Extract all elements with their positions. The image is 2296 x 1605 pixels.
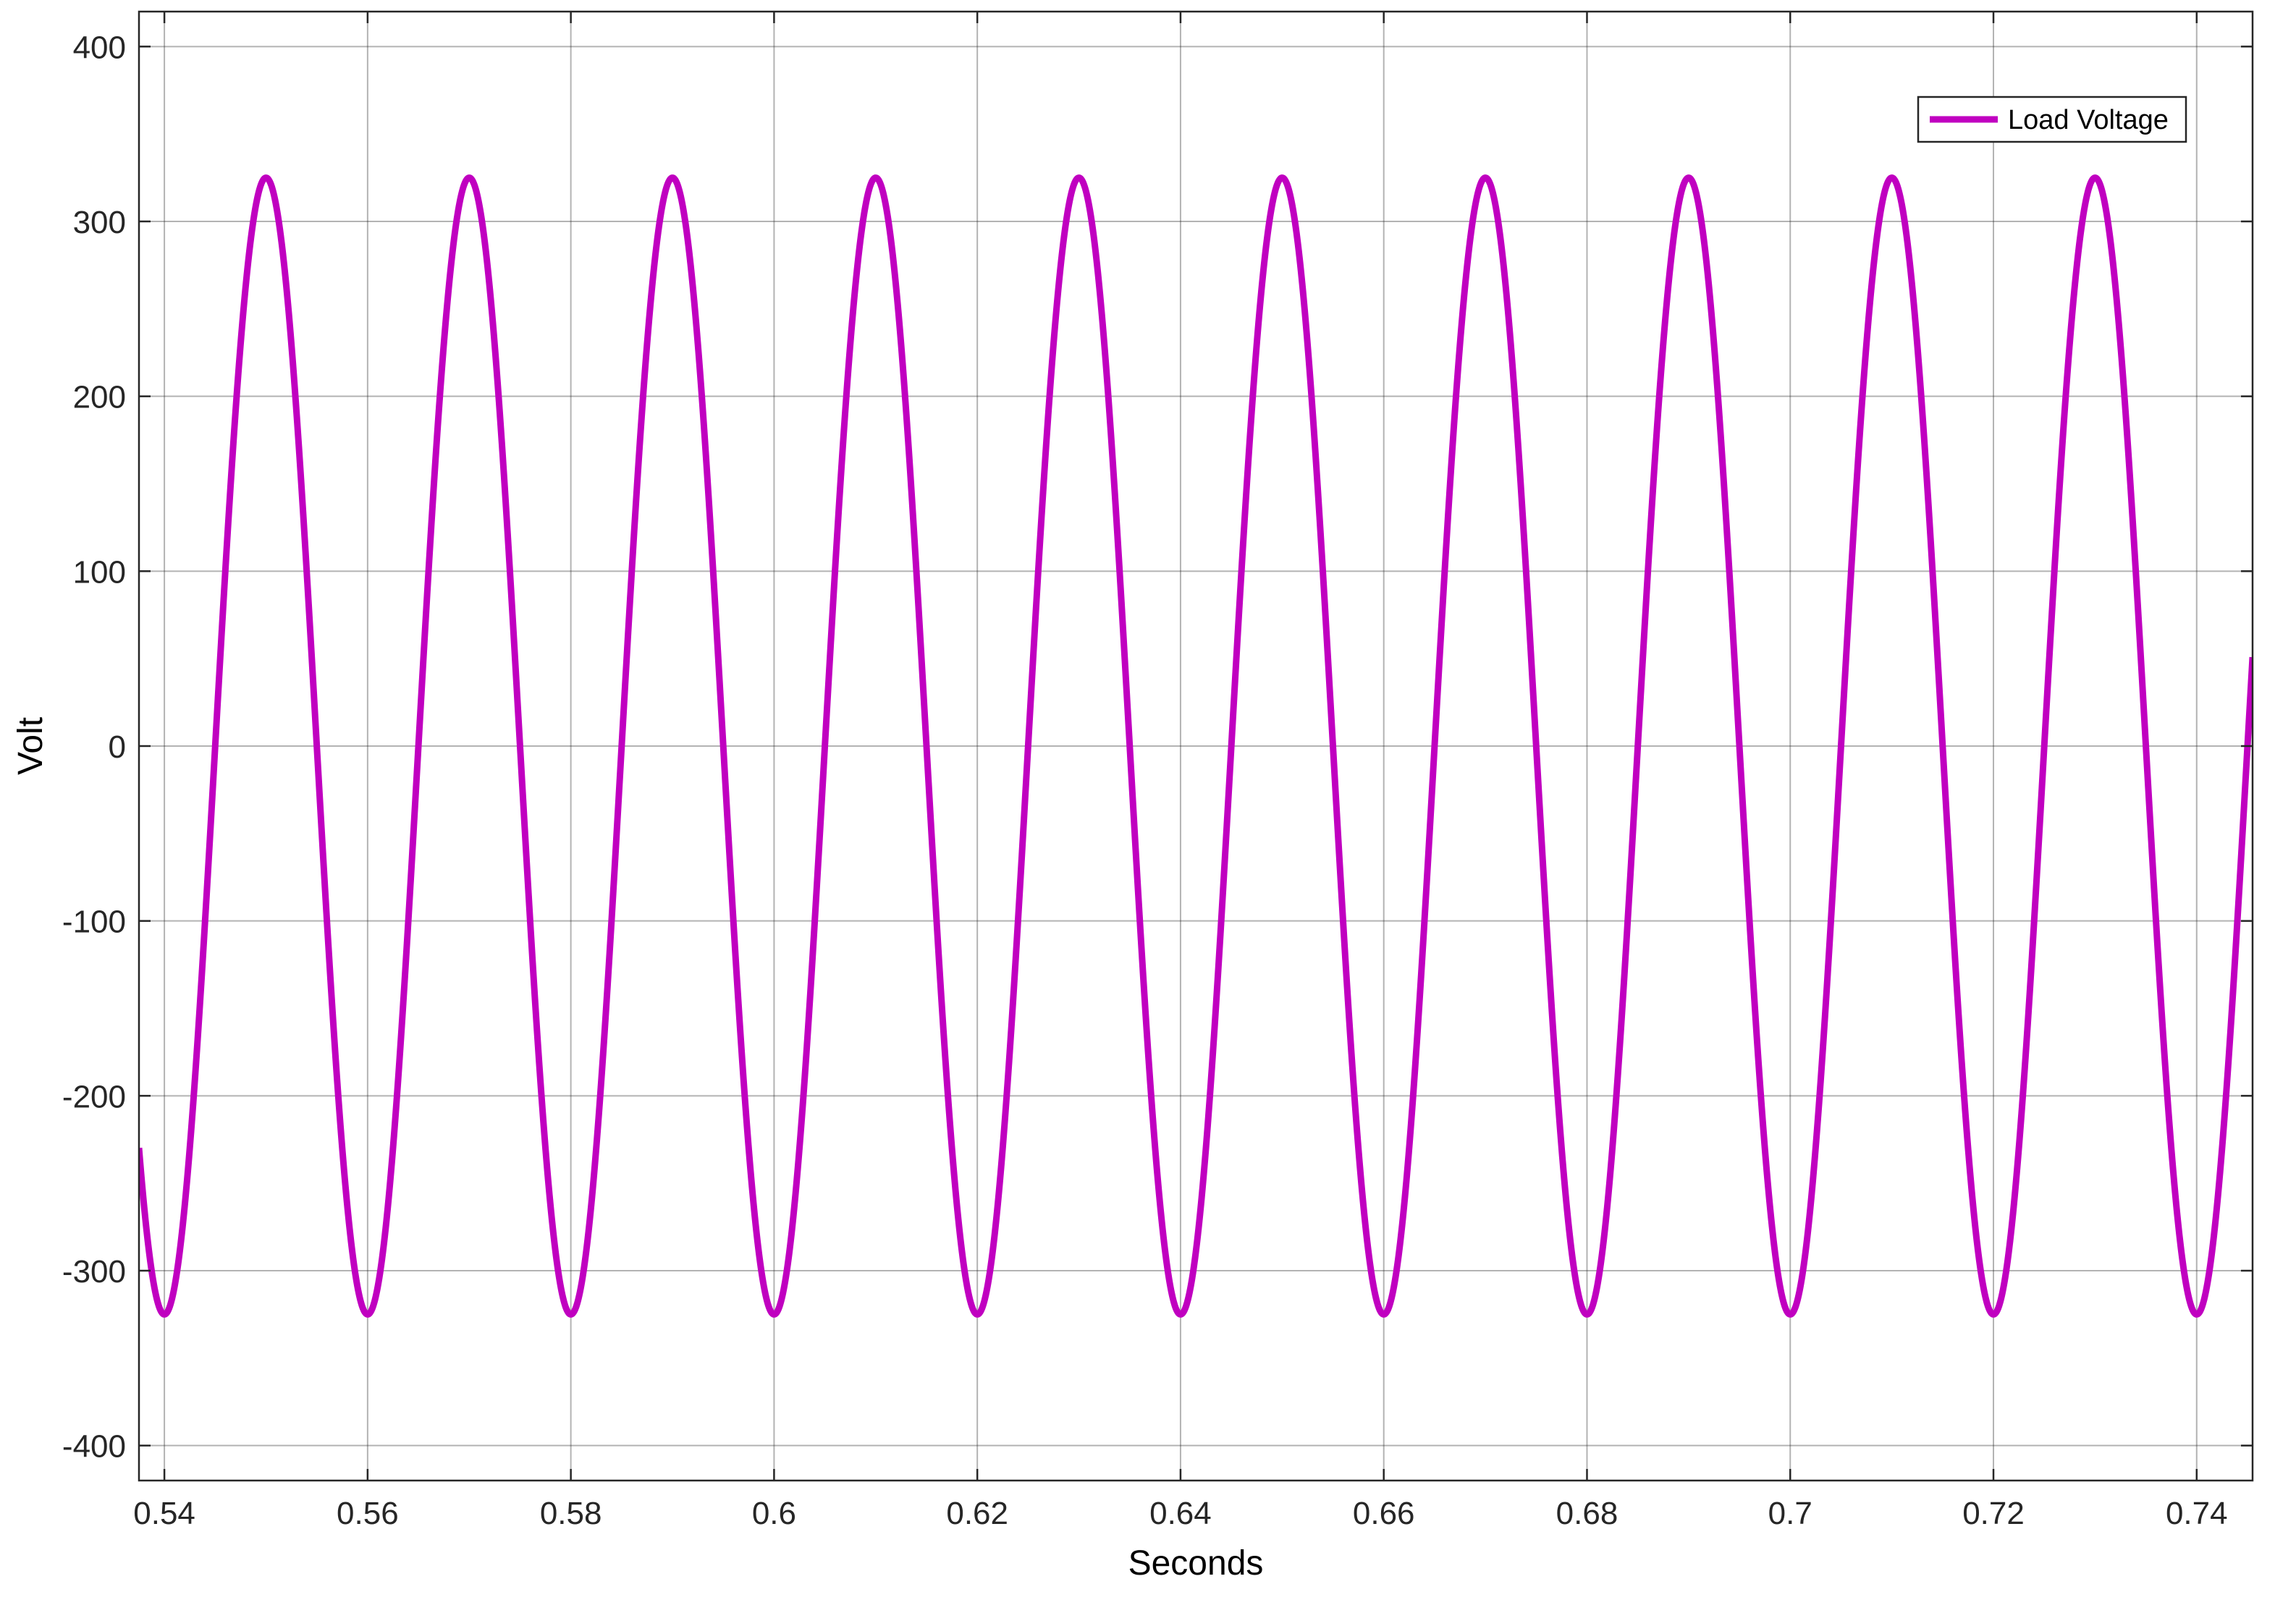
y-tick-label: 200 xyxy=(73,380,126,415)
legend: Load Voltage xyxy=(1917,96,2187,143)
line-chart: 0.54 0.56 0.58 0.6 0.62 0.64 0.66 0.68 0.7 0.72 0.… xyxy=(0,0,2296,1605)
y-tick-label: 100 xyxy=(73,554,126,590)
y-tick-label: 0 xyxy=(109,729,126,765)
x-tick-label: 0.74 xyxy=(2166,1496,2228,1531)
y-tick-label: 400 xyxy=(73,30,126,65)
x-tick-label: 0.64 xyxy=(1149,1496,1212,1531)
x-tick-label: 0.54 xyxy=(133,1496,195,1531)
x-tick-label: 0.68 xyxy=(1556,1496,1618,1531)
y-tick-label: -300 xyxy=(62,1254,126,1289)
x-tick-label: 0.62 xyxy=(946,1496,1008,1531)
y-tick-label: -200 xyxy=(62,1079,126,1114)
x-axis-label: Seconds xyxy=(1128,1544,1264,1583)
y-tick-label: 300 xyxy=(73,205,126,240)
chart-background xyxy=(0,0,2296,1605)
x-tick-label: 0.58 xyxy=(540,1496,602,1531)
legend-label-load-voltage: Load Voltage xyxy=(2008,105,2169,135)
y-tick-label: -100 xyxy=(62,905,126,940)
y-axis-label: Volt xyxy=(12,717,50,775)
x-tick-label: 0.66 xyxy=(1353,1496,1415,1531)
x-tick-label: 0.56 xyxy=(337,1496,399,1531)
x-tick-label: 0.72 xyxy=(1962,1496,2025,1531)
x-tick-label: 0.6 xyxy=(752,1496,796,1531)
x-tick-label: 0.7 xyxy=(1768,1496,1812,1531)
y-tick-label: -400 xyxy=(62,1429,126,1465)
